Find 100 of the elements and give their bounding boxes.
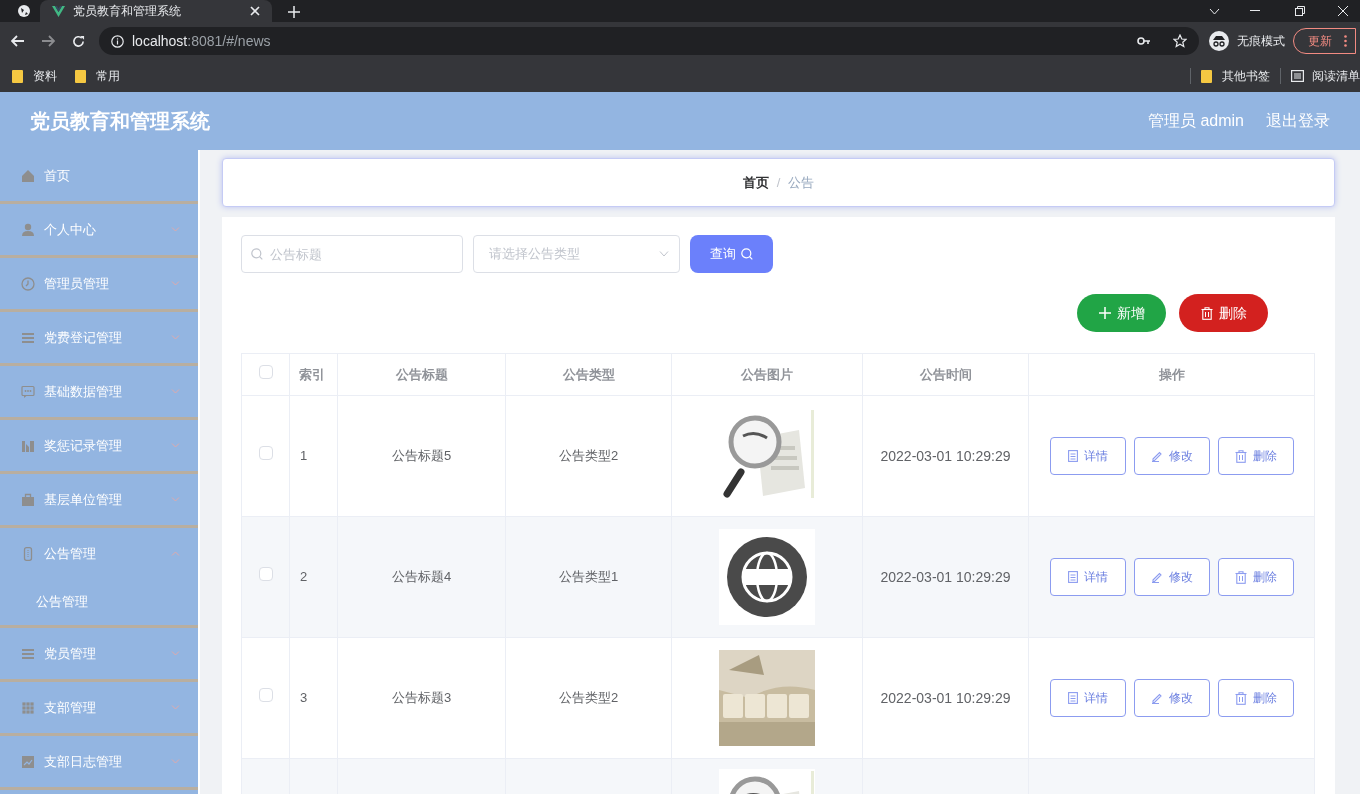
delete-button[interactable]: 删除 bbox=[1217, 558, 1294, 596]
folder-icon bbox=[75, 69, 86, 83]
breadcrumb-item[interactable]: 公告 bbox=[788, 172, 815, 193]
table-cell: 3 bbox=[300, 690, 308, 706]
search-icon bbox=[741, 248, 753, 260]
delete-button[interactable]: 删除 bbox=[1217, 679, 1294, 717]
sidebar-item[interactable]: 党员管理 bbox=[0, 628, 198, 679]
info-icon[interactable] bbox=[111, 34, 124, 48]
sidebar-item[interactable]: 公告管理 bbox=[0, 528, 198, 579]
sidebar-item[interactable]: 支部管理 bbox=[0, 682, 198, 733]
reading-list-icon bbox=[1291, 70, 1304, 82]
globe-icon bbox=[17, 4, 31, 18]
trash-icon bbox=[1200, 306, 1213, 320]
restore-icon[interactable] bbox=[1295, 6, 1305, 16]
case-icon bbox=[21, 492, 35, 507]
plus-icon bbox=[1098, 307, 1111, 319]
key-icon[interactable] bbox=[1137, 37, 1151, 45]
table-cell: 2 bbox=[300, 569, 308, 585]
folder-icon bbox=[1201, 69, 1212, 83]
edit-button[interactable]: 修改 bbox=[1133, 437, 1210, 475]
bookmark-link[interactable]: 资料 bbox=[33, 67, 57, 85]
column-header: 操作 bbox=[1028, 353, 1315, 396]
more-icon[interactable] bbox=[1344, 35, 1347, 47]
table-cell: 2022-03-01 10:29:29 bbox=[880, 447, 1011, 464]
details-button[interactable]: 详情 bbox=[1049, 679, 1126, 717]
address-bar[interactable]: localhost:8081/#/news bbox=[99, 27, 1199, 55]
sidebar-item[interactable]: 个人中心 bbox=[0, 204, 198, 255]
clock-icon bbox=[21, 276, 35, 291]
pen-icon bbox=[1150, 571, 1163, 583]
pen-icon bbox=[1150, 450, 1163, 462]
table-cell: 公告类型1 bbox=[558, 569, 619, 585]
bookmark-link[interactable]: 阅读清单 bbox=[1312, 67, 1360, 85]
forward-arrow-icon[interactable] bbox=[41, 35, 55, 47]
close-icon[interactable] bbox=[250, 6, 260, 16]
delete-button[interactable]: 删除 bbox=[1217, 437, 1294, 475]
close-icon[interactable] bbox=[1338, 6, 1348, 16]
add-button[interactable]: 新增 bbox=[1077, 294, 1166, 332]
checkbox[interactable] bbox=[258, 446, 273, 461]
column-header: 索引 bbox=[289, 353, 338, 396]
v-logo-icon bbox=[52, 5, 65, 17]
details-button[interactable]: 详情 bbox=[1049, 437, 1126, 475]
app-title: 党员教育和管理系统 bbox=[30, 109, 210, 134]
url-text: localhost:8081/#/news bbox=[132, 31, 271, 51]
browser-tab[interactable]: 党员教育和管理系统 bbox=[40, 0, 272, 22]
table-cell: 1 bbox=[300, 448, 308, 464]
edit-button[interactable]: 修改 bbox=[1133, 679, 1210, 717]
grid-icon bbox=[21, 700, 35, 715]
star-icon[interactable] bbox=[1173, 34, 1187, 48]
chat-icon bbox=[21, 384, 35, 399]
sidebar-item[interactable]: 奖惩记录管理 bbox=[0, 420, 198, 471]
sidebar-item[interactable]: 基层单位管理 bbox=[0, 474, 198, 525]
back-arrow-icon[interactable] bbox=[11, 35, 25, 47]
phone-icon bbox=[21, 546, 35, 561]
search-field[interactable]: 公告标题 bbox=[241, 235, 463, 273]
tab-title: 党员教育和管理系统 bbox=[73, 3, 182, 20]
submenu-item[interactable]: 公告管理 bbox=[0, 579, 198, 625]
lines-icon bbox=[21, 646, 35, 661]
bookmark-link[interactable]: 常用 bbox=[96, 67, 120, 85]
new-tab-icon[interactable] bbox=[288, 6, 300, 18]
incognito-icon bbox=[1209, 31, 1229, 51]
breadcrumb-item[interactable]: 首页 bbox=[742, 172, 769, 193]
incognito-label: 无痕模式 bbox=[1237, 33, 1285, 50]
chevron-down-icon[interactable] bbox=[1209, 8, 1220, 15]
sidebar-item[interactable]: 管理员管理 bbox=[0, 258, 198, 309]
checkbox[interactable] bbox=[258, 688, 273, 703]
column-header: 公告标题 bbox=[337, 353, 506, 396]
search-icon bbox=[251, 248, 263, 260]
column-header: 公告时间 bbox=[862, 353, 1029, 396]
home-icon bbox=[21, 168, 35, 183]
document-icon bbox=[1067, 571, 1078, 583]
checkbox[interactable] bbox=[258, 567, 273, 582]
table-cell: 公告标题3 bbox=[391, 690, 452, 706]
table-cell: 公告标题5 bbox=[391, 448, 452, 464]
trash-icon bbox=[1234, 570, 1247, 584]
sidebar-item[interactable]: 支部日志管理 bbox=[0, 736, 198, 787]
bookmark-link[interactable]: 其他书签 bbox=[1222, 67, 1270, 85]
chart-icon bbox=[21, 438, 35, 453]
lines-icon bbox=[21, 330, 35, 345]
trash-icon bbox=[1234, 449, 1247, 463]
details-button[interactable]: 详情 bbox=[1049, 558, 1126, 596]
trash-icon bbox=[1234, 691, 1247, 705]
table-cell: 公告类型2 bbox=[558, 690, 619, 706]
document-icon bbox=[1067, 450, 1078, 462]
folder-icon bbox=[12, 69, 23, 83]
delete-button[interactable]: 删除 bbox=[1179, 294, 1268, 332]
pen-icon bbox=[1150, 692, 1163, 704]
table-cell: 公告标题4 bbox=[391, 569, 452, 585]
edit-button[interactable]: 修改 bbox=[1133, 558, 1210, 596]
table-cell: 2022-03-01 10:29:29 bbox=[880, 689, 1011, 706]
user-label: 管理员 admin bbox=[1147, 111, 1244, 131]
table-cell: 2022-03-01 10:29:29 bbox=[880, 568, 1011, 585]
query-button[interactable]: 查询 bbox=[690, 235, 773, 273]
trend-icon bbox=[21, 754, 35, 769]
sidebar-item[interactable]: 党费登记管理 bbox=[0, 312, 198, 363]
reload-icon[interactable] bbox=[72, 34, 85, 48]
checkbox[interactable] bbox=[258, 364, 273, 379]
column-header: 公告图片 bbox=[671, 353, 863, 396]
sidebar-item[interactable]: 基础数据管理 bbox=[0, 366, 198, 417]
sidebar-item[interactable]: 首页 bbox=[0, 150, 198, 201]
logout-link[interactable]: 退出登录 bbox=[1266, 109, 1330, 133]
